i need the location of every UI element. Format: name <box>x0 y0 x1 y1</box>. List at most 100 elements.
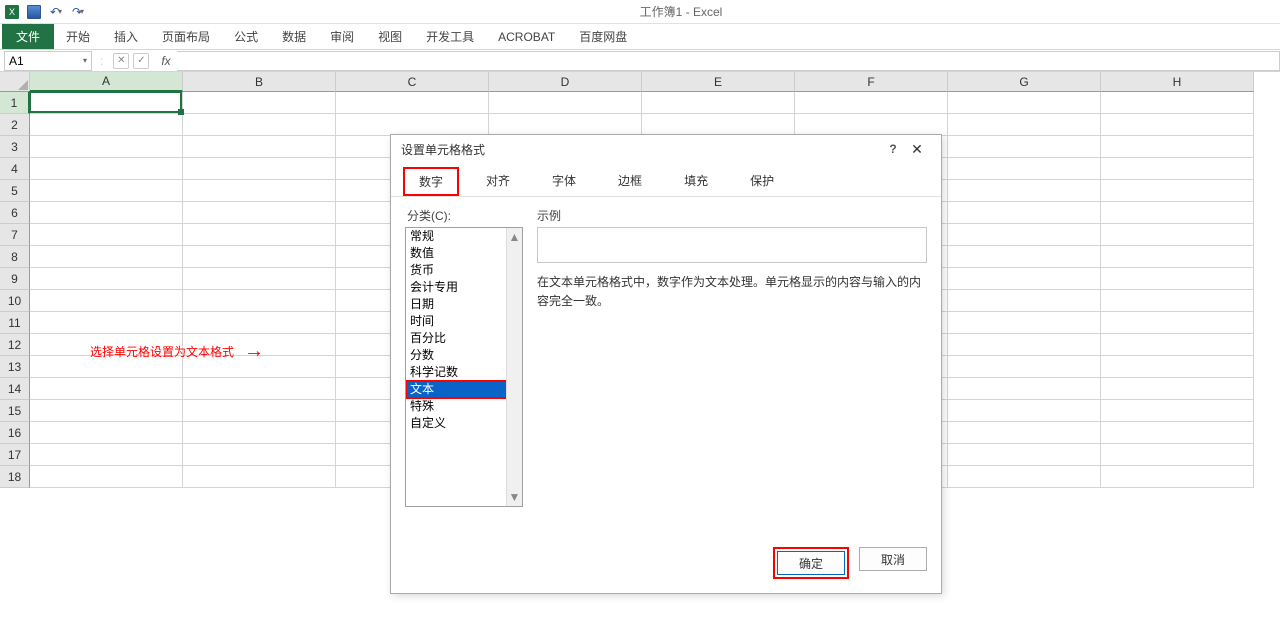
tab-data[interactable]: 数据 <box>270 24 318 49</box>
row-header-8[interactable]: 8 <box>0 246 30 268</box>
col-header-B[interactable]: B <box>183 72 336 92</box>
row-header-14[interactable]: 14 <box>0 378 30 400</box>
dlg-tab-number[interactable]: 数字 <box>403 167 459 196</box>
cell[interactable] <box>1101 136 1254 158</box>
cell[interactable] <box>183 92 336 114</box>
cell[interactable] <box>1101 268 1254 290</box>
help-icon[interactable]: ? <box>883 142 903 156</box>
cell[interactable] <box>1101 180 1254 202</box>
save-icon[interactable] <box>26 4 42 20</box>
cell[interactable] <box>30 114 183 136</box>
cell[interactable] <box>1101 246 1254 268</box>
row-header-5[interactable]: 5 <box>0 180 30 202</box>
dlg-tab-protection[interactable]: 保护 <box>735 167 789 196</box>
cell[interactable] <box>30 290 183 312</box>
cancel-formula-icon[interactable]: ✕ <box>113 53 129 69</box>
ok-button[interactable]: 确定 <box>777 551 845 575</box>
cell[interactable] <box>30 268 183 290</box>
cell[interactable] <box>30 202 183 224</box>
cell[interactable] <box>948 378 1101 400</box>
row-header-7[interactable]: 7 <box>0 224 30 246</box>
cell[interactable] <box>183 378 336 400</box>
cell[interactable] <box>183 312 336 334</box>
dlg-tab-alignment[interactable]: 对齐 <box>471 167 525 196</box>
cell[interactable] <box>489 92 642 114</box>
select-all-corner[interactable] <box>0 72 30 92</box>
cell[interactable] <box>183 290 336 312</box>
cell[interactable] <box>1101 224 1254 246</box>
close-icon[interactable]: ✕ <box>903 141 931 158</box>
category-item[interactable]: 常规 <box>406 228 522 245</box>
tab-file[interactable]: 文件 <box>2 24 54 49</box>
cell[interactable] <box>30 224 183 246</box>
scrollbar[interactable]: ▲ ▼ <box>506 228 522 506</box>
cell[interactable] <box>30 400 183 422</box>
cell[interactable] <box>948 268 1101 290</box>
dlg-tab-border[interactable]: 边框 <box>603 167 657 196</box>
cell[interactable] <box>30 466 183 488</box>
cell[interactable] <box>948 246 1101 268</box>
cell[interactable] <box>183 158 336 180</box>
category-item[interactable]: 时间 <box>406 313 522 330</box>
cell[interactable] <box>336 92 489 114</box>
tab-insert[interactable]: 插入 <box>102 24 150 49</box>
cell[interactable] <box>948 92 1101 114</box>
row-header-2[interactable]: 2 <box>0 114 30 136</box>
scroll-up-icon[interactable]: ▲ <box>509 230 521 244</box>
confirm-formula-icon[interactable]: ✓ <box>133 53 149 69</box>
cell[interactable] <box>183 136 336 158</box>
row-header-15[interactable]: 15 <box>0 400 30 422</box>
cell[interactable] <box>183 224 336 246</box>
fx-icon[interactable]: fx <box>161 54 170 68</box>
scroll-down-icon[interactable]: ▼ <box>509 490 521 504</box>
cell[interactable] <box>183 422 336 444</box>
cell[interactable] <box>183 268 336 290</box>
redo-icon[interactable]: ↷▾ <box>70 4 86 20</box>
cell[interactable] <box>1101 92 1254 114</box>
row-header-13[interactable]: 13 <box>0 356 30 378</box>
formula-input[interactable] <box>177 51 1280 71</box>
tab-formulas[interactable]: 公式 <box>222 24 270 49</box>
cell[interactable] <box>795 92 948 114</box>
col-header-G[interactable]: G <box>948 72 1101 92</box>
category-item[interactable]: 特殊 <box>406 398 522 415</box>
cell[interactable] <box>948 202 1101 224</box>
row-header-17[interactable]: 17 <box>0 444 30 466</box>
cell[interactable] <box>948 290 1101 312</box>
cell[interactable] <box>1101 114 1254 136</box>
category-item[interactable]: 货币 <box>406 262 522 279</box>
cell[interactable] <box>1101 356 1254 378</box>
col-header-E[interactable]: E <box>642 72 795 92</box>
col-header-A[interactable]: A <box>30 72 183 92</box>
cell[interactable] <box>948 466 1101 488</box>
cell[interactable] <box>30 378 183 400</box>
chevron-down-icon[interactable]: ▾ <box>83 56 87 65</box>
cell[interactable] <box>30 422 183 444</box>
cell[interactable] <box>1101 202 1254 224</box>
undo-icon[interactable]: ↶▾ <box>48 4 64 20</box>
col-header-D[interactable]: D <box>489 72 642 92</box>
cell[interactable] <box>948 158 1101 180</box>
category-item[interactable]: 分数 <box>406 347 522 364</box>
cell[interactable] <box>183 444 336 466</box>
tab-developer[interactable]: 开发工具 <box>414 24 486 49</box>
row-header-12[interactable]: 12 <box>0 334 30 356</box>
dlg-tab-fill[interactable]: 填充 <box>669 167 723 196</box>
tab-view[interactable]: 视图 <box>366 24 414 49</box>
dialog-titlebar[interactable]: 设置单元格格式 ? ✕ <box>391 135 941 163</box>
tab-page-layout[interactable]: 页面布局 <box>150 24 222 49</box>
col-header-C[interactable]: C <box>336 72 489 92</box>
row-header-11[interactable]: 11 <box>0 312 30 334</box>
cell[interactable] <box>30 444 183 466</box>
row-header-9[interactable]: 9 <box>0 268 30 290</box>
tab-acrobat[interactable]: ACROBAT <box>486 24 567 49</box>
cell[interactable] <box>948 114 1101 136</box>
tab-baidu[interactable]: 百度网盘 <box>567 24 639 49</box>
cell[interactable] <box>642 92 795 114</box>
cell[interactable] <box>948 356 1101 378</box>
cell[interactable] <box>948 334 1101 356</box>
cell[interactable] <box>948 444 1101 466</box>
col-header-F[interactable]: F <box>795 72 948 92</box>
cell[interactable] <box>183 466 336 488</box>
tab-home[interactable]: 开始 <box>54 24 102 49</box>
